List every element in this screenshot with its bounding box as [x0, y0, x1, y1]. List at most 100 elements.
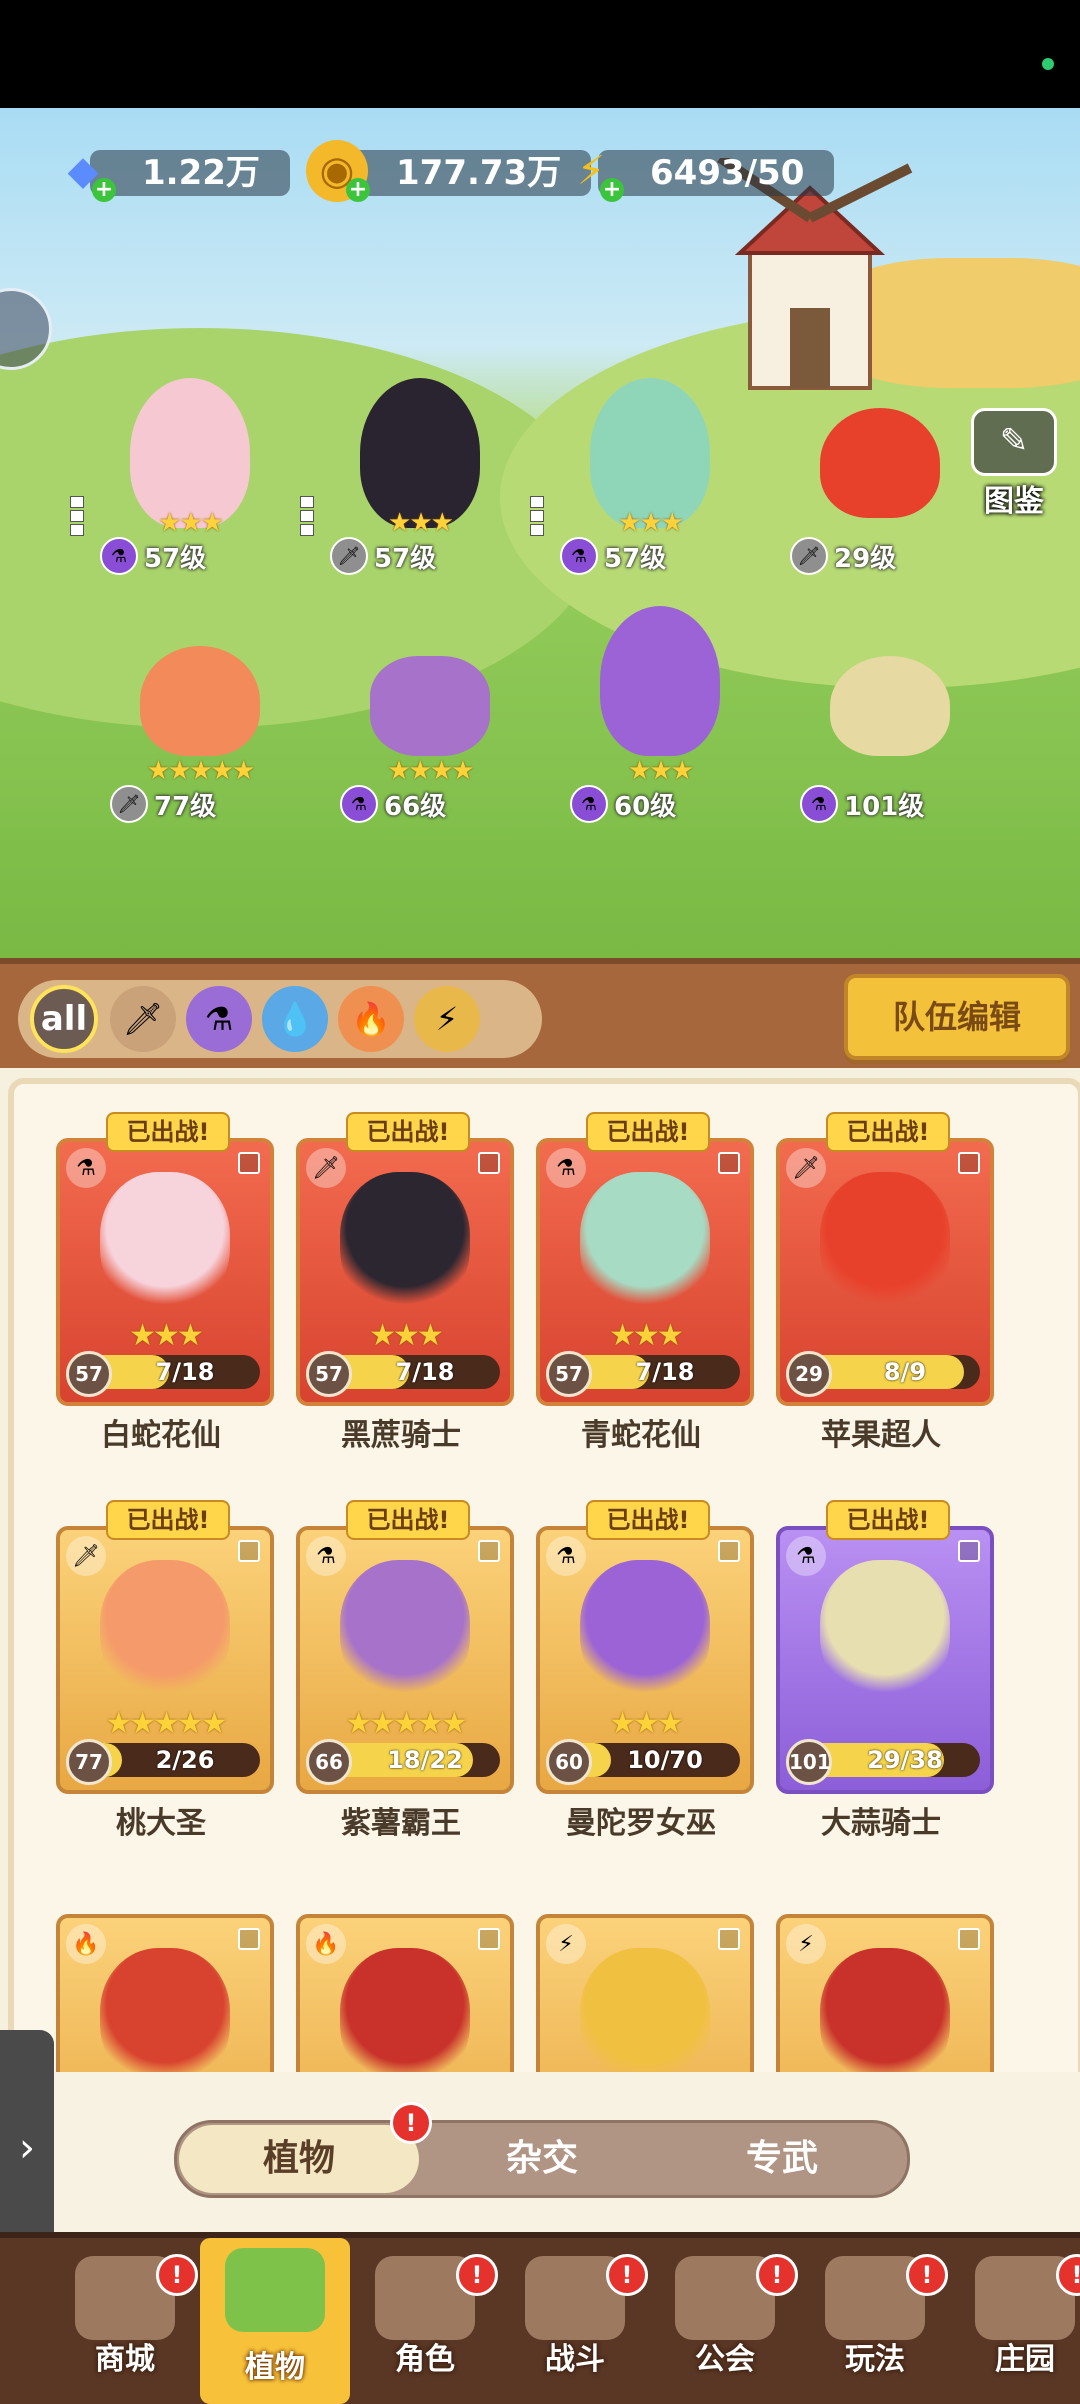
element-icon: 🔥: [66, 1924, 106, 1964]
formation-marker: [530, 496, 544, 536]
plant-card-grid[interactable]: ⚗ ★★★ 57 7/18 已出战! 白蛇花仙 🗡 ★★★ 57 7/18 已出战! 黑蔗骑士 ⚗ ★★★…: [56, 1112, 1016, 2072]
tab-hybrid[interactable]: 杂交: [422, 2123, 662, 2195]
add-energy-icon[interactable]: +: [600, 178, 624, 202]
plant-card[interactable]: 🗡 ★★★ 57 7/18 已出战! 黑蔗骑士: [296, 1112, 514, 1453]
plant-card[interactable]: 🗡 29 8/9 已出战! 苹果超人: [776, 1112, 994, 1453]
card-name: 苹果超人: [821, 1418, 941, 1453]
add-diamond-icon[interactable]: +: [92, 178, 116, 202]
add-gold-icon[interactable]: +: [346, 178, 370, 202]
deployed-badge: 已出战!: [346, 1500, 470, 1540]
plant-card[interactable]: 🗡 ★★★★★ 77 2/26 已出战! 桃大圣: [56, 1500, 274, 1841]
nav-character[interactable]: 角色!: [350, 2246, 500, 2396]
card-level-badge: 101: [786, 1739, 832, 1785]
card-name: 桃大圣: [116, 1806, 206, 1841]
card-stars: ★★★: [369, 1318, 444, 1353]
deployed-badge: 已出战!: [106, 1500, 230, 1540]
card-progress-bar: 60 10/70: [546, 1739, 740, 1785]
plant-portrait: [580, 1560, 710, 1700]
card-stars: ★★★: [129, 1318, 204, 1353]
fire-icon[interactable]: 🔥: [338, 986, 404, 1052]
sword-icon[interactable]: 🗡: [110, 986, 176, 1052]
nav-plants[interactable]: 植物: [200, 2238, 350, 2404]
card-frame: 🗡 ★★★ 57 7/18: [296, 1138, 514, 1406]
formation-slot-icon: [958, 1540, 980, 1562]
category-tabs: 植物 杂交 专武: [174, 2120, 910, 2198]
element-icon: ⚗: [546, 1148, 586, 1188]
codex-button[interactable]: ✎ 图鉴: [968, 408, 1060, 519]
deployed-badge: 已出战!: [346, 1112, 470, 1152]
plant-portrait: [580, 1172, 710, 1312]
nav-shop[interactable]: 商城!: [50, 2246, 200, 2396]
plant-card[interactable]: 🔥: [56, 1888, 274, 2072]
card-frame: ⚗ 101 29/38: [776, 1526, 994, 1794]
poison-icon: ⚗: [800, 785, 838, 823]
plant-card[interactable]: ⚗ ★★★ 57 7/18 已出战! 青蛇花仙: [536, 1112, 754, 1453]
expand-side-panel-button[interactable]: ›: [0, 2030, 54, 2266]
nav-label: 角色: [395, 2342, 455, 2377]
field-hero[interactable]: ★★★ 🗡 57级: [300, 378, 500, 578]
formation-slot-icon: [478, 1152, 500, 1174]
field-hero[interactable]: ★★★ ⚗ 60级: [570, 606, 740, 826]
formation-slot-icon: [718, 1152, 740, 1174]
nav-label: 庄园: [995, 2342, 1055, 2377]
poison-icon[interactable]: ⚗: [186, 986, 252, 1052]
field-hero[interactable]: ★★★★★ 🗡 77级: [110, 626, 280, 826]
hero-sprite: [130, 378, 250, 528]
energy-amount: 6493/50: [598, 150, 835, 196]
lightning-icon[interactable]: ⚡: [414, 986, 480, 1052]
card-frame: ⚡: [776, 1914, 994, 2072]
card-level-badge: 57: [546, 1351, 592, 1397]
field-hero[interactable]: ★★★★ ⚗ 66级: [340, 626, 510, 826]
plant-card[interactable]: ⚗ ★★★★★ 66 18/22 已出战! 紫薯霸王: [296, 1500, 514, 1841]
plant-card[interactable]: ⚡: [536, 1888, 754, 2072]
hero-sprite: [600, 606, 720, 756]
team-edit-button[interactable]: 队伍编辑: [844, 974, 1070, 1060]
plant-card[interactable]: 🔥: [296, 1888, 514, 2072]
deployed-badge: 已出战!: [826, 1500, 950, 1540]
plant-card[interactable]: ⚗ ★★★ 57 7/18 已出战! 白蛇花仙: [56, 1112, 274, 1453]
element-icon: 🗡: [306, 1148, 346, 1188]
category-tabs-area: 植物 杂交 专武 !: [0, 2072, 1080, 2232]
deployed-badge: 已出战!: [826, 1112, 950, 1152]
nav-gameplay[interactable]: 玩法!: [800, 2246, 950, 2396]
plant-portrait: [340, 1172, 470, 1312]
hero-sprite: [820, 408, 940, 518]
tab-exclusive-weapon[interactable]: 专武: [662, 2123, 902, 2195]
nav-label: 玩法: [845, 2342, 905, 2377]
nav-battle[interactable]: 战斗!: [500, 2246, 650, 2396]
plant-card[interactable]: ⚡: [776, 1888, 994, 2072]
field-hero[interactable]: ★★★ ⚗ 57级: [70, 378, 270, 578]
formation-slot-icon: [478, 1540, 500, 1562]
plant-card[interactable]: ⚗ ★★★ 60 10/70 已出战! 曼陀罗女巫: [536, 1500, 754, 1841]
filter-all-button[interactable]: all: [30, 985, 98, 1053]
formation-marker: [300, 496, 314, 536]
card-frame: ⚗ ★★★ 57 7/18: [56, 1138, 274, 1406]
water-icon[interactable]: 💧: [262, 986, 328, 1052]
tab-plants[interactable]: 植物: [179, 2125, 419, 2193]
plant-card[interactable]: ⚗ 101 29/38 已出战! 大蒜骑士: [776, 1500, 994, 1841]
card-frame: ⚗ ★★★★★ 66 18/22: [296, 1526, 514, 1794]
card-name: 紫薯霸王: [341, 1806, 461, 1841]
poison-icon: ⚗: [100, 537, 138, 575]
card-stars: ★★★★★: [345, 1706, 467, 1741]
card-fragment-progress: 7/18: [395, 1358, 455, 1386]
card-name: 大蒜骑士: [821, 1806, 941, 1841]
card-stars: ★★★★★: [105, 1706, 227, 1741]
hero-level: 66级: [384, 791, 447, 822]
nav-guild[interactable]: 公会!: [650, 2246, 800, 2396]
card-progress-bar: 57 7/18: [546, 1351, 740, 1397]
plant-portrait: [820, 1948, 950, 2072]
card-level-badge: 60: [546, 1739, 592, 1785]
hero-sprite: [590, 378, 710, 528]
nav-manor[interactable]: 庄园!: [950, 2246, 1080, 2396]
alert-icon: !: [606, 2254, 648, 2296]
element-icon: ⚡: [786, 1924, 826, 1964]
card-fragment-progress: 7/18: [155, 1358, 215, 1386]
plant-portrait: [100, 1948, 230, 2072]
hero-stars: ★★★: [618, 508, 684, 538]
plant-portrait: [340, 1948, 470, 2072]
field-hero[interactable]: 🗡 29级: [790, 378, 960, 578]
hero-level: 29级: [834, 543, 897, 574]
field-hero[interactable]: ★★★ ⚗ 57级: [530, 378, 730, 578]
field-hero[interactable]: ⚗ 101级: [800, 626, 970, 826]
